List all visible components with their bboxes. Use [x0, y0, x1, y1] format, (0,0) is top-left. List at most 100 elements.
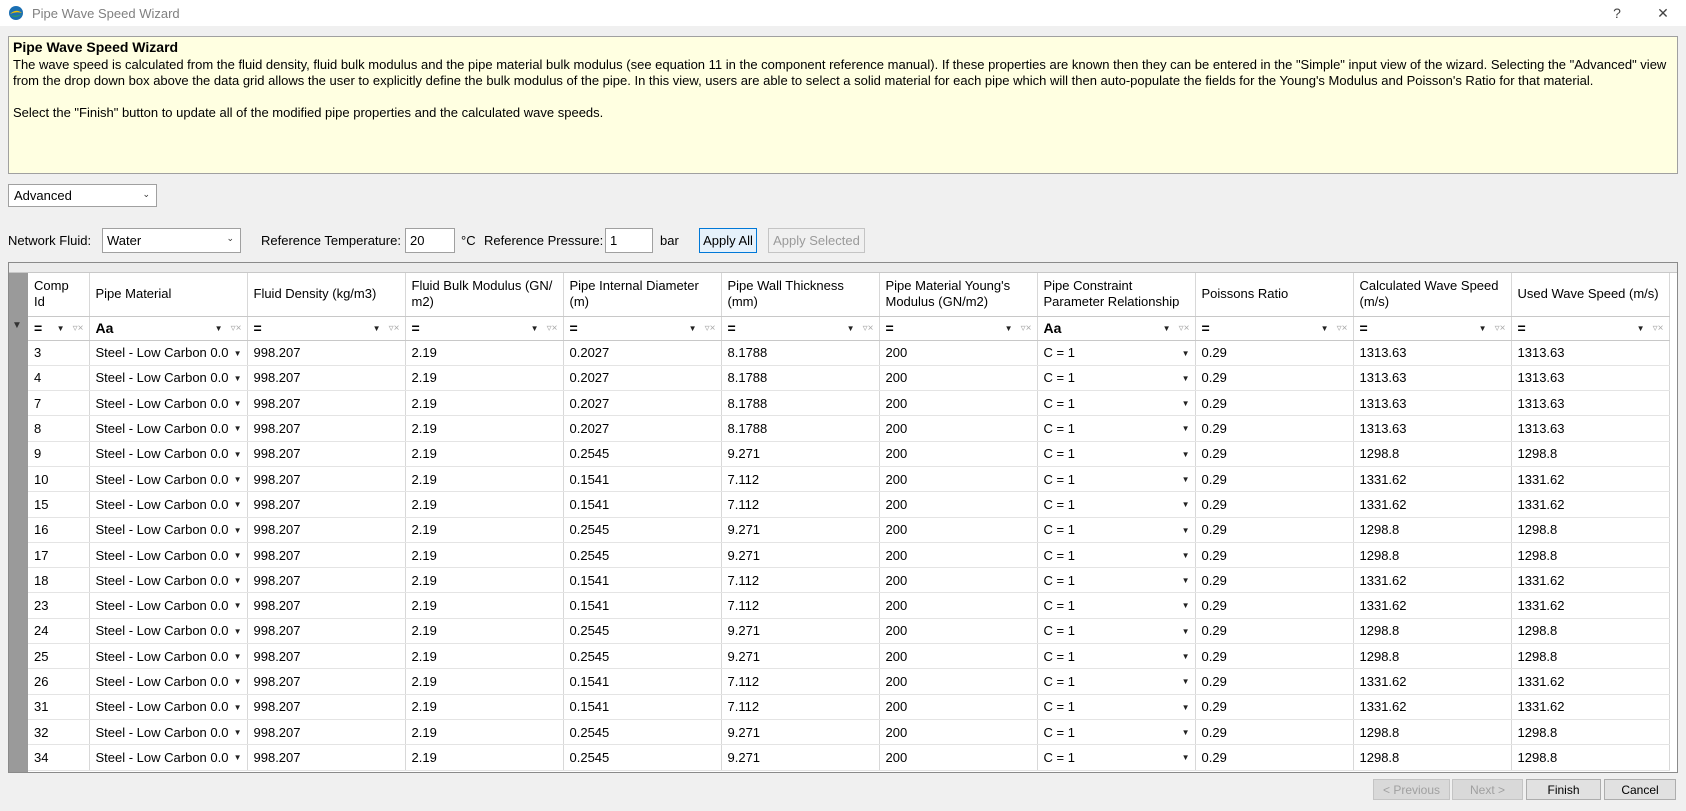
table-row[interactable]: 18 Steel - Low Carbon 0.0 ▼ 998.207 2.19 0.15… — [28, 567, 1670, 594]
filter-cell-youngs-modulus[interactable]: = ▼ ▿× — [879, 316, 1038, 341]
cell-used-wave-speed[interactable]: 1298.8 — [1511, 719, 1670, 746]
cell-pipe-internal-diameter[interactable]: 0.2545 — [563, 618, 722, 645]
cell-pipe-material[interactable]: Steel - Low Carbon 0.0 ▼ — [89, 694, 248, 720]
chevron-down-icon[interactable]: ▼ — [531, 324, 539, 333]
chevron-down-icon[interactable]: ▼ — [234, 753, 242, 762]
table-row[interactable]: 25 Steel - Low Carbon 0.0 ▼ 998.207 2.19 0.25… — [28, 643, 1670, 670]
cell-constraint-relationship[interactable]: C = 1 ▼ — [1037, 441, 1196, 467]
chevron-down-icon[interactable]: ▼ — [373, 324, 381, 333]
network-fluid-dropdown[interactable]: Water ⌄ — [102, 228, 241, 253]
cell-calculated-wave-speed[interactable]: 1298.8 — [1353, 441, 1512, 467]
cell-calculated-wave-speed[interactable]: 1298.8 — [1353, 744, 1512, 771]
cell-fluid-bulk-modulus[interactable]: 2.19 — [405, 744, 564, 771]
next-button[interactable]: Next > — [1452, 779, 1523, 800]
col-header-fluid-density[interactable]: Fluid Density (kg/m3) — [247, 273, 406, 317]
cell-poissons-ratio[interactable]: 0.29 — [1195, 744, 1354, 771]
filter-cell-pipe-internal-diameter[interactable]: = ▼ ▿× — [563, 316, 722, 341]
cell-constraint-relationship[interactable]: C = 1 ▼ — [1037, 365, 1196, 392]
cell-pipe-material[interactable]: Steel - Low Carbon 0.0 ▼ — [89, 719, 248, 746]
cell-constraint-relationship[interactable]: C = 1 ▼ — [1037, 694, 1196, 720]
clear-filter-icon[interactable]: ▿× — [705, 323, 716, 334]
cell-used-wave-speed[interactable]: 1298.8 — [1511, 441, 1670, 467]
cell-poissons-ratio[interactable]: 0.29 — [1195, 694, 1354, 720]
cell-fluid-density[interactable]: 998.207 — [247, 694, 406, 720]
cell-calculated-wave-speed[interactable]: 1298.8 — [1353, 517, 1512, 543]
cell-fluid-density[interactable]: 998.207 — [247, 668, 406, 695]
cell-calculated-wave-speed[interactable]: 1331.62 — [1353, 694, 1512, 720]
cell-pipe-wall-thickness[interactable]: 9.271 — [721, 517, 880, 543]
cell-fluid-density[interactable]: 998.207 — [247, 491, 406, 518]
filter-cell-fluid-density[interactable]: = ▼ ▿× — [247, 316, 406, 341]
chevron-down-icon[interactable]: ▼ — [234, 349, 242, 358]
cell-fluid-density[interactable]: 998.207 — [247, 415, 406, 442]
cell-used-wave-speed[interactable]: 1331.62 — [1511, 592, 1670, 619]
chevron-down-icon[interactable]: ▼ — [1182, 753, 1190, 762]
cell-fluid-bulk-modulus[interactable]: 2.19 — [405, 466, 564, 493]
col-header-pipe-material[interactable]: Pipe Material — [89, 273, 248, 317]
cell-comp-id[interactable]: 7 — [28, 390, 90, 417]
clear-filter-icon[interactable]: ▿× — [73, 323, 84, 334]
chevron-down-icon[interactable]: ▼ — [1163, 324, 1171, 333]
cell-calculated-wave-speed[interactable]: 1298.8 — [1353, 643, 1512, 670]
cell-fluid-bulk-modulus[interactable]: 2.19 — [405, 643, 564, 670]
cell-calculated-wave-speed[interactable]: 1313.63 — [1353, 390, 1512, 417]
col-header-used-wave-speed[interactable]: Used Wave Speed (m/s) — [1511, 273, 1670, 317]
cell-pipe-internal-diameter[interactable]: 0.2545 — [563, 744, 722, 771]
table-row[interactable]: 32 Steel - Low Carbon 0.0 ▼ 998.207 2.19 0.25… — [28, 719, 1670, 746]
cell-constraint-relationship[interactable]: C = 1 ▼ — [1037, 567, 1196, 594]
cell-calculated-wave-speed[interactable]: 1331.62 — [1353, 668, 1512, 695]
cell-pipe-internal-diameter[interactable]: 0.2027 — [563, 415, 722, 442]
cell-poissons-ratio[interactable]: 0.29 — [1195, 592, 1354, 619]
cell-fluid-bulk-modulus[interactable]: 2.19 — [405, 618, 564, 645]
col-header-constraint-relationship[interactable]: Pipe Constraint Parameter Relationship — [1037, 273, 1196, 317]
cell-youngs-modulus[interactable]: 200 — [879, 694, 1038, 720]
cell-constraint-relationship[interactable]: C = 1 ▼ — [1037, 491, 1196, 518]
cell-used-wave-speed[interactable]: 1331.62 — [1511, 694, 1670, 720]
clear-filter-icon[interactable]: ▿× — [389, 323, 400, 334]
cell-pipe-material[interactable]: Steel - Low Carbon 0.0 ▼ — [89, 643, 248, 670]
chevron-down-icon[interactable]: ▼ — [215, 324, 223, 333]
cell-fluid-density[interactable]: 998.207 — [247, 340, 406, 366]
cell-constraint-relationship[interactable]: C = 1 ▼ — [1037, 542, 1196, 569]
table-row[interactable]: 15 Steel - Low Carbon 0.0 ▼ 998.207 2.19 0.15… — [28, 491, 1670, 518]
cell-youngs-modulus[interactable]: 200 — [879, 618, 1038, 645]
filter-cell-used-wave-speed[interactable]: = ▼ ▿× — [1511, 316, 1670, 341]
cell-poissons-ratio[interactable]: 0.29 — [1195, 340, 1354, 366]
cell-youngs-modulus[interactable]: 200 — [879, 542, 1038, 569]
cell-youngs-modulus[interactable]: 200 — [879, 340, 1038, 366]
table-row[interactable]: 9 Steel - Low Carbon 0.0 ▼ 998.207 2.19 0.254… — [28, 441, 1670, 467]
cell-fluid-bulk-modulus[interactable]: 2.19 — [405, 441, 564, 467]
cell-youngs-modulus[interactable]: 200 — [879, 491, 1038, 518]
chevron-down-icon[interactable]: ▼ — [1479, 324, 1487, 333]
filter-cell-comp-id[interactable]: = ▼ ▿× — [28, 316, 90, 341]
cell-comp-id[interactable]: 3 — [28, 340, 90, 366]
cell-poissons-ratio[interactable]: 0.29 — [1195, 441, 1354, 467]
ref-press-input[interactable]: 1 — [605, 228, 653, 253]
chevron-down-icon[interactable]: ▼ — [1182, 728, 1190, 737]
cell-pipe-material[interactable]: Steel - Low Carbon 0.0 ▼ — [89, 668, 248, 695]
cell-youngs-modulus[interactable]: 200 — [879, 466, 1038, 493]
cell-pipe-material[interactable]: Steel - Low Carbon 0.0 ▼ — [89, 542, 248, 569]
cell-used-wave-speed[interactable]: 1298.8 — [1511, 643, 1670, 670]
cell-poissons-ratio[interactable]: 0.29 — [1195, 567, 1354, 594]
cell-pipe-internal-diameter[interactable]: 0.1541 — [563, 567, 722, 594]
cell-used-wave-speed[interactable]: 1298.8 — [1511, 744, 1670, 771]
cell-fluid-bulk-modulus[interactable]: 2.19 — [405, 340, 564, 366]
row-selector-column[interactable] — [9, 273, 28, 772]
cell-pipe-wall-thickness[interactable]: 7.112 — [721, 491, 880, 518]
cell-constraint-relationship[interactable]: C = 1 ▼ — [1037, 592, 1196, 619]
filter-operator[interactable]: = — [886, 320, 894, 336]
filter-cell-calculated-wave-speed[interactable]: = ▼ ▿× — [1353, 316, 1512, 341]
chevron-down-icon[interactable]: ▼ — [234, 576, 242, 585]
help-button[interactable]: ? — [1594, 0, 1640, 26]
cell-youngs-modulus[interactable]: 200 — [879, 390, 1038, 417]
filter-cell-pipe-material[interactable]: Aa ▼ ▿× — [89, 316, 248, 341]
col-header-calculated-wave-speed[interactable]: Calculated Wave Speed (m/s) — [1353, 273, 1512, 317]
cell-pipe-material[interactable]: Steel - Low Carbon 0.0 ▼ — [89, 441, 248, 467]
cell-pipe-wall-thickness[interactable]: 7.112 — [721, 567, 880, 594]
cell-fluid-bulk-modulus[interactable]: 2.19 — [405, 542, 564, 569]
cell-used-wave-speed[interactable]: 1298.8 — [1511, 517, 1670, 543]
chevron-down-icon[interactable]: ▼ — [1182, 551, 1190, 560]
cell-pipe-material[interactable]: Steel - Low Carbon 0.0 ▼ — [89, 415, 248, 442]
chevron-down-icon[interactable]: ▼ — [1182, 703, 1190, 712]
